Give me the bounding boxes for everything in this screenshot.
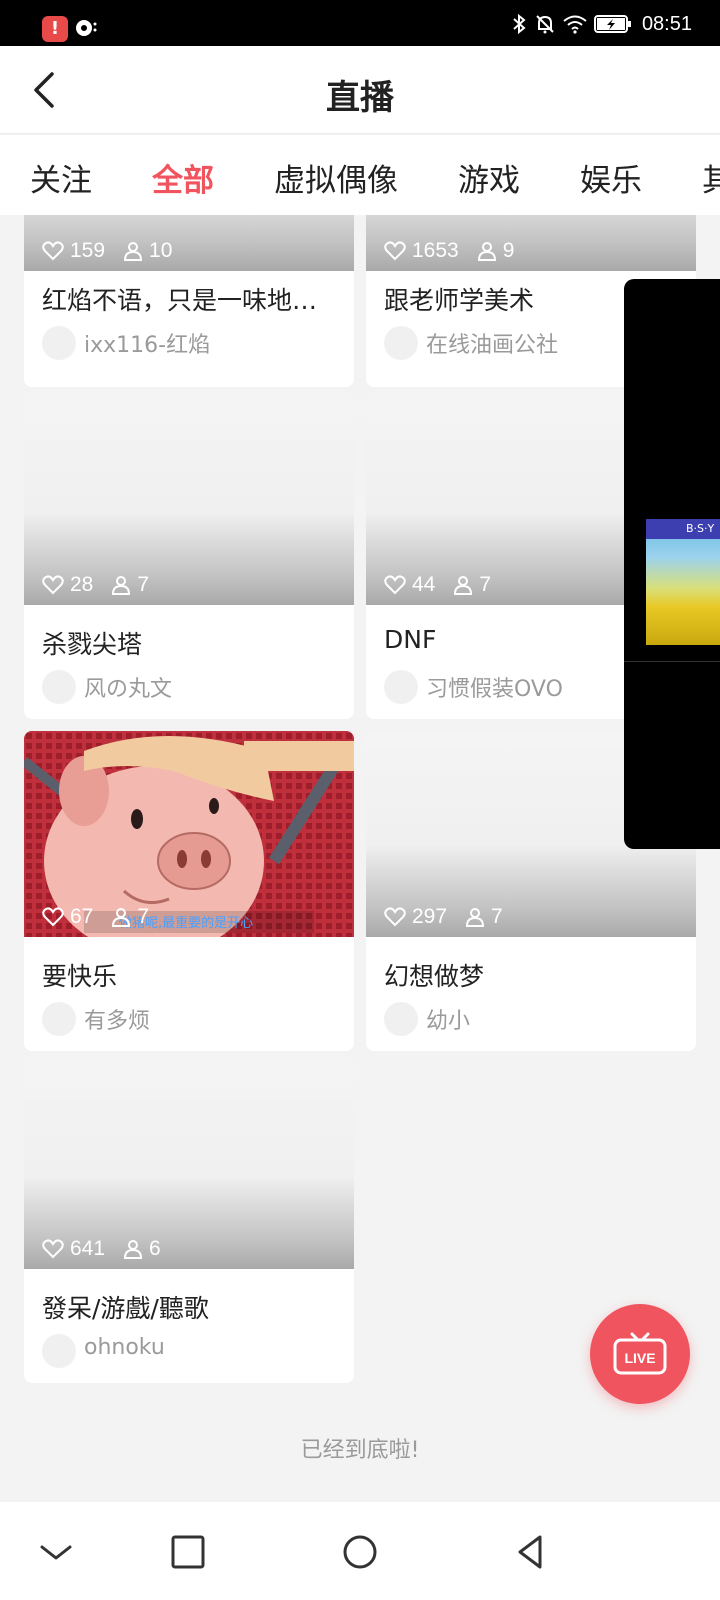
streamer-name: 习惯假装OVO <box>426 677 563 702</box>
avatar <box>42 326 76 360</box>
app-notification-icon <box>76 20 97 36</box>
viewer-icon <box>124 1240 143 1259</box>
viewer-icon <box>466 908 485 927</box>
heart-icon <box>384 241 406 261</box>
like-count: 641 <box>70 1237 106 1260</box>
viewer-icon <box>477 242 496 261</box>
alert-icon: ! <box>42 16 68 42</box>
system-nav-bar <box>0 1502 720 1600</box>
floating-video-player[interactable]: B·S·Y <box>624 279 720 849</box>
streamer-name: 风の丸文 <box>84 677 173 702</box>
viewer-count: 7 <box>137 905 150 928</box>
streamer-name: 在线油画公社 <box>426 333 559 358</box>
heart-icon <box>42 1239 64 1259</box>
like-count: 297 <box>412 905 448 928</box>
floating-video-label: B·S·Y <box>646 519 720 539</box>
like-count: 159 <box>70 239 106 262</box>
card-title: 跟老师学美术 <box>384 286 535 315</box>
mute-bell-icon <box>536 15 554 34</box>
top-bar: 直播 <box>0 46 720 134</box>
stream-thumbnail: 28 7 <box>24 399 354 605</box>
card-title: DNF <box>384 625 437 654</box>
card-stats: 641 6 <box>42 1235 173 1263</box>
like-count: 28 <box>70 573 94 596</box>
category-tabs-overlay: 关注 全部 虚拟偶像 游戏 娱乐 其 <box>0 135 720 215</box>
stream-thumbnail: 641 6 <box>24 1063 354 1269</box>
viewer-count: 7 <box>479 573 492 596</box>
tab-other[interactable]: 其 <box>702 155 720 200</box>
live-card[interactable]: 28 7 杀戮尖塔 风の丸文 <box>24 399 354 719</box>
live-card[interactable]: 做猪呢,最重要的是开心 67 7 要快乐 有多烦 <box>24 731 354 1051</box>
avatar <box>384 670 418 704</box>
wifi-icon <box>563 15 587 34</box>
heart-icon <box>384 575 406 595</box>
page-title: 直播 <box>326 78 394 118</box>
avatar <box>42 1002 76 1036</box>
end-of-list-text: 已经到底啦! <box>300 1438 420 1463</box>
card-stats: 159 10 <box>42 237 184 265</box>
card-stats: 67 7 <box>42 903 161 931</box>
status-bar: ! 08:51 <box>0 0 720 46</box>
recents-button[interactable] <box>168 1532 208 1572</box>
card-title: 發呆/游戲/聽歌 <box>42 1294 209 1323</box>
card-title: 杀戮尖塔 <box>42 630 143 659</box>
chevron-down-icon[interactable] <box>36 1532 76 1572</box>
viewer-count: 10 <box>149 239 173 262</box>
streamer-name: 幼小 <box>426 1009 471 1034</box>
viewer-icon <box>112 908 131 927</box>
viewer-icon <box>112 576 131 595</box>
battery-charging-icon <box>593 15 631 33</box>
tab-following[interactable]: 关注 <box>30 155 92 200</box>
divider <box>624 661 720 662</box>
avatar <box>42 1334 76 1368</box>
avatar <box>42 670 76 704</box>
live-label: LIVE <box>624 1350 655 1366</box>
viewer-icon <box>454 576 473 595</box>
tab-all[interactable]: 全部 <box>152 155 214 200</box>
card-stats: 297 7 <box>384 903 515 931</box>
like-count: 44 <box>412 573 436 596</box>
viewer-count: 7 <box>491 905 503 928</box>
card-stats: 1653 9 <box>384 237 526 265</box>
streamer-name: 有多烦 <box>84 1009 151 1034</box>
viewer-count: 9 <box>502 239 515 262</box>
streamer-name: ohnoku <box>84 1335 165 1360</box>
viewer-count: 6 <box>149 1237 161 1260</box>
live-button[interactable]: LIVE <box>590 1304 690 1404</box>
stream-thumbnail: 做猪呢,最重要的是开心 67 7 <box>24 731 354 937</box>
live-tv-icon: LIVE <box>613 1332 667 1375</box>
avatar <box>384 326 418 360</box>
viewer-icon <box>124 242 143 261</box>
tab-games[interactable]: 游戏 <box>458 155 520 200</box>
heart-icon <box>42 907 64 927</box>
heart-icon <box>42 241 64 261</box>
live-card[interactable]: 641 6 發呆/游戲/聽歌 ohnoku <box>24 1063 354 1383</box>
card-title: 要快乐 <box>42 962 118 991</box>
back-nav-button[interactable] <box>510 1532 550 1572</box>
bluetooth-icon <box>513 13 526 35</box>
tab-virtual-idol[interactable]: 虚拟偶像 <box>274 155 398 200</box>
heart-icon <box>42 575 64 595</box>
card-title: 幻想做梦 <box>384 962 485 991</box>
card-stats: 44 7 <box>384 571 503 599</box>
home-button[interactable] <box>340 1532 380 1572</box>
tab-entertainment[interactable]: 娱乐 <box>580 155 642 200</box>
heart-icon <box>384 907 406 927</box>
card-title: 红焰不语，只是一味地… <box>42 286 318 315</box>
viewer-count: 7 <box>137 573 150 596</box>
like-count: 1653 <box>412 239 459 262</box>
card-stats: 28 7 <box>42 571 161 599</box>
avatar <box>384 1002 418 1036</box>
clock: 08:51 <box>641 12 692 35</box>
like-count: 67 <box>70 905 94 928</box>
streamer-name: ixx116-红焰 <box>84 333 211 358</box>
